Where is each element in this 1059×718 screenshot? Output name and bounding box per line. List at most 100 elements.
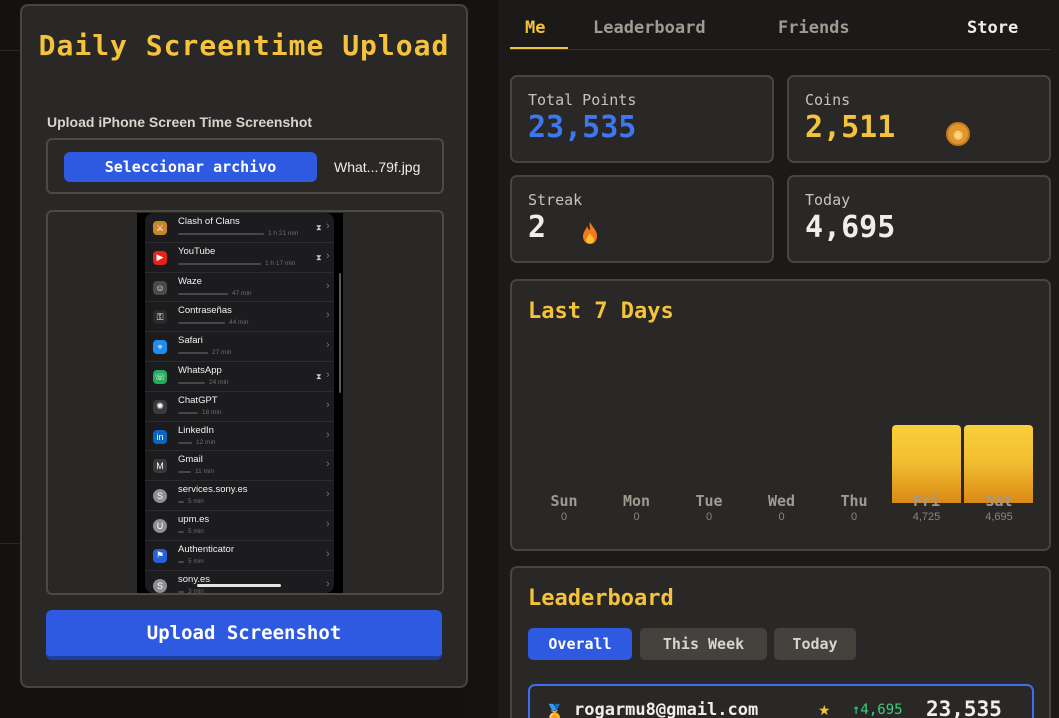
chart-day-label: Sun [550,492,578,510]
tab-friends[interactable]: Friends [778,18,850,38]
website-icon: S [153,578,167,593]
tab-divider [510,49,1050,50]
app-name: YouTube [178,245,216,257]
chart-value-label: 0 [705,511,713,523]
website-icon: S [153,489,167,504]
usage-time: 44 min [229,319,249,327]
leaderboard-points: 23,535 [926,697,1002,718]
coins-card: Coins 2,511 ◉ [787,75,1051,163]
flame-icon [583,222,597,244]
app-usage-row: ☏ WhatsApp 24 min ⧗ › [145,362,334,392]
hourglass-icon: ⧗ [316,252,322,262]
tab-me[interactable]: Me [525,18,545,38]
background-divider [0,543,20,544]
whatsapp-icon: ☏ [153,370,167,384]
usage-time: 1 h 21 min [268,230,299,237]
chart-day-label: Mon [622,492,651,510]
usage-bar [178,560,184,563]
usage-bar [178,411,198,414]
linkedin-icon: in [153,429,167,444]
usage-bar [178,322,225,325]
app-usage-list: ⚔ Clash of Clans 1 h 21 min ⧗ › ▶ YouTube 1 h 1… [145,213,334,593]
star-icon: ★ [818,702,831,718]
chart-day-label: Thu [840,492,868,510]
hourglass-icon: ⧗ [316,372,322,381]
chart-day-label: Tue [695,492,723,510]
usage-bar [178,471,191,474]
screenshot-preview: ⚔ Clash of Clans 1 h 21 min ⧗ › ▶ YouTube 1 h 1… [46,210,444,595]
app-usage-row: ✺ ChatGPT 18 min › [145,392,334,422]
choose-file-button[interactable]: Seleccionar archivo [64,152,317,182]
usage-time: 47 min [232,289,252,297]
app-name: WhatsApp [178,365,222,376]
app-usage-row: ⌖ Safari 27 min › [145,332,334,362]
app-usage-row: Ssony.es 3 min › [145,571,334,593]
chatgpt-icon: ✺ [153,399,167,414]
usage-time: 24 min [209,379,229,386]
active-tab-indicator [510,47,568,49]
usage-bar [178,262,261,265]
chevron-right-icon: › [326,458,330,471]
chevron-right-icon: › [326,518,330,530]
chart-value-label: 0 [560,511,568,523]
upload-modal: Daily Screentime Upload Upload iPhone Sc… [20,4,468,688]
medal-icon: 🏅 [544,704,566,718]
upload-screenshot-button[interactable]: Upload Screenshot [46,610,442,660]
usage-time: 5 min [188,498,204,506]
filter-overall[interactable]: Overall [528,628,632,660]
usage-time: 5 min [188,557,204,565]
chart-title: Last 7 Days [528,299,674,324]
total-points-value: 23,535 [528,110,637,145]
chart-value-label: 0 [850,511,858,523]
leaderboard-title: Leaderboard [528,586,674,611]
leaderboard-row[interactable]: 🏅 rogarmu8@gmail.com ★ ↑4,695 23,535 [528,684,1034,718]
coin-icon: ◉ [946,122,970,146]
coins-label: Coins [805,91,851,109]
chevron-right-icon: › [326,369,330,381]
usage-bar [178,501,184,504]
app-usage-row: ⚑ Authenticator 5 min › [145,541,334,571]
app-name: LinkedIn [178,424,214,436]
leaderboard-email: rogarmu8@gmail.com [574,700,759,718]
coins-value: 2,511 [805,110,896,145]
home-indicator [197,584,281,587]
file-input[interactable]: Seleccionar archivo What...79f.jpg [46,138,444,194]
tab-store[interactable]: Store [967,18,1018,38]
chart-day-label: Sat [985,492,1013,510]
usage-time: 12 min [196,438,216,446]
streak-value: 2 [528,210,547,245]
app-name: upm.es [178,514,210,525]
chart-value-label: 4,725 [912,511,941,523]
scroll-indicator [339,273,341,393]
app-usage-row: Sservices.sony.es 5 min › [145,481,334,511]
usage-bar [178,531,184,533]
chevron-right-icon: › [326,279,330,292]
streak-card: Streak 2 [510,175,774,263]
safari-icon: ⌖ [153,340,167,355]
usage-time: 27 min [212,349,232,357]
app-usage-row: ☺ Waze 47 min › [145,273,334,303]
clash-of-clans-icon: ⚔ [153,221,167,235]
gmail-icon: M [153,459,167,474]
app-name: Safari [178,335,203,347]
tab-leaderboard[interactable]: Leaderboard [593,18,706,38]
usage-bar [178,441,192,444]
app-usage-row: Uupm.es 5 min › [145,511,334,541]
chevron-right-icon: › [326,488,330,501]
today-card: Today 4,695 [787,175,1051,263]
app-usage-row: in LinkedIn 12 min › [145,422,334,452]
modal-title: Daily Screentime Upload [38,29,450,62]
filter-this-week[interactable]: This Week [640,628,767,660]
app-name: sony.es [178,573,211,585]
app-usage-row: ⚿ Contraseñas 44 min › [145,302,334,333]
chart-day-label: Wed [767,492,796,510]
chevron-right-icon: › [326,577,330,590]
chevron-right-icon: › [326,249,330,262]
total-points-label: Total Points [528,91,637,109]
passwords-icon: ⚿ [153,310,167,325]
filter-today[interactable]: Today [774,628,856,660]
usage-time: 11 min [195,468,215,476]
background-gutter [468,0,498,718]
chevron-right-icon: › [326,339,330,352]
app-usage-row: ⚔ Clash of Clans 1 h 21 min ⧗ › [145,213,334,243]
